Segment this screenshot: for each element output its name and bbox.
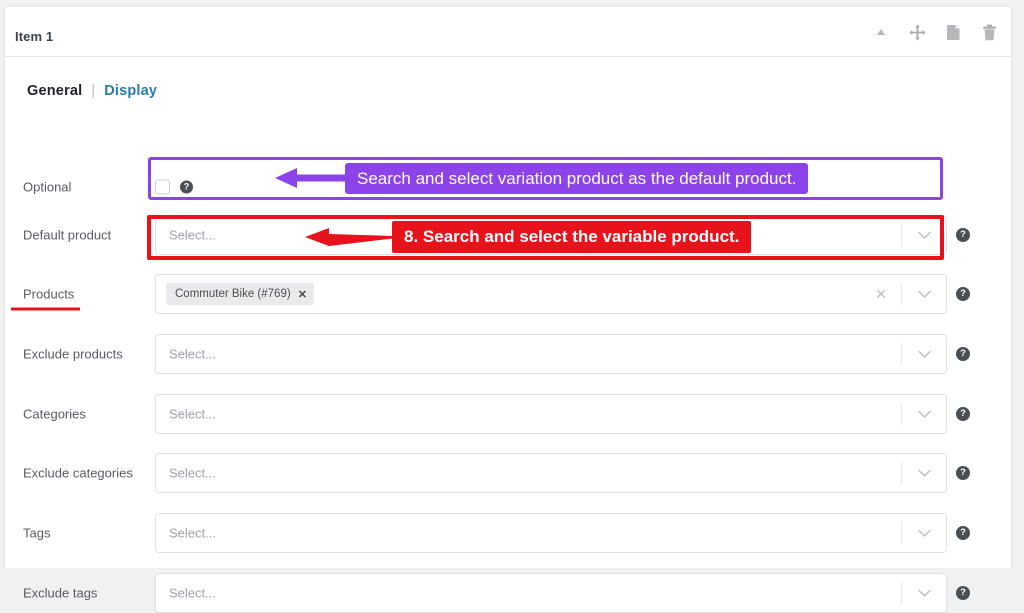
chevron-down-icon[interactable] xyxy=(914,284,934,304)
form-row-default-product: Default product Select... ? xyxy=(5,215,1011,255)
chevron-down-icon[interactable] xyxy=(914,523,934,543)
label-categories: Categories xyxy=(23,406,86,422)
field-separator xyxy=(901,343,902,365)
panel-header: Item 1 xyxy=(5,7,1011,57)
field-separator xyxy=(901,224,902,246)
form-row-products: Products Commuter Bike (#769) ✕ ✕ ? xyxy=(5,274,1011,314)
form-row-categories: Categories Select... ? xyxy=(5,394,1011,434)
chevron-down-icon[interactable] xyxy=(914,344,934,364)
form-row-optional: Optional ? xyxy=(5,167,1011,207)
help-icon-exclude-categories[interactable]: ? xyxy=(956,466,970,480)
label-default-product: Default product xyxy=(23,227,112,243)
tab-general[interactable]: General xyxy=(27,83,82,99)
field-separator xyxy=(901,283,902,305)
exclude-categories-select[interactable]: Select... xyxy=(155,453,947,493)
label-optional: Optional xyxy=(23,179,72,195)
form-row-exclude-categories: Exclude categories Select... ? xyxy=(5,453,1011,493)
exclude-tags-placeholder: Select... xyxy=(169,585,216,601)
help-icon-default-product[interactable]: ? xyxy=(956,228,970,242)
categories-select[interactable]: Select... xyxy=(155,394,947,434)
panel-tabs: General | Display xyxy=(27,83,157,99)
remove-token-icon[interactable]: ✕ xyxy=(298,288,307,301)
move-icon[interactable] xyxy=(907,21,927,43)
tags-placeholder: Select... xyxy=(169,525,216,541)
clear-all-icon[interactable]: ✕ xyxy=(872,285,890,303)
item-panel: Item 1 General | Display Optional ? Defa… xyxy=(4,6,1012,613)
form-row-tags: Tags Select... ? xyxy=(5,513,1011,553)
panel-toolbar xyxy=(871,21,999,43)
help-icon-tags[interactable]: ? xyxy=(956,526,970,540)
delete-icon[interactable] xyxy=(979,21,999,43)
form-row-exclude-products: Exclude products Select... ? xyxy=(5,334,1011,374)
label-products: Products xyxy=(10,286,81,311)
collapse-icon[interactable] xyxy=(871,21,891,43)
chevron-down-icon[interactable] xyxy=(914,225,934,245)
product-token: Commuter Bike (#769) ✕ xyxy=(166,283,314,305)
optional-checkbox[interactable] xyxy=(155,179,170,195)
field-separator xyxy=(901,462,902,484)
tab-separator: | xyxy=(91,83,96,99)
field-separator xyxy=(901,582,902,604)
product-token-label: Commuter Bike (#769) xyxy=(175,288,291,300)
products-multiselect[interactable]: Commuter Bike (#769) ✕ ✕ xyxy=(155,274,947,314)
default-product-select[interactable]: Select... xyxy=(155,215,947,255)
label-exclude-categories: Exclude categories xyxy=(23,465,133,481)
field-separator xyxy=(901,403,902,425)
help-icon-exclude-products[interactable]: ? xyxy=(956,347,970,361)
default-product-placeholder: Select... xyxy=(169,227,216,243)
field-separator xyxy=(901,522,902,544)
page-title: Item 1 xyxy=(15,29,54,44)
tags-select[interactable]: Select... xyxy=(155,513,947,553)
help-icon-exclude-tags[interactable]: ? xyxy=(956,586,970,600)
help-icon-products[interactable]: ? xyxy=(956,287,970,301)
exclude-tags-select[interactable]: Select... xyxy=(155,573,947,613)
chevron-down-icon[interactable] xyxy=(914,404,934,424)
exclude-products-placeholder: Select... xyxy=(169,346,216,362)
label-exclude-products: Exclude products xyxy=(23,346,123,362)
categories-placeholder: Select... xyxy=(169,406,216,422)
label-tags: Tags xyxy=(23,525,51,541)
tab-display[interactable]: Display xyxy=(104,83,157,99)
screenshot-root: Item 1 General | Display Optional ? Defa… xyxy=(0,0,1024,613)
chevron-down-icon[interactable] xyxy=(914,583,934,603)
exclude-categories-placeholder: Select... xyxy=(169,465,216,481)
chevron-down-icon[interactable] xyxy=(914,463,934,483)
duplicate-icon[interactable] xyxy=(943,21,963,43)
exclude-products-select[interactable]: Select... xyxy=(155,334,947,374)
label-exclude-tags: Exclude tags xyxy=(23,585,98,601)
help-icon-optional[interactable]: ? xyxy=(180,180,193,194)
help-icon-categories[interactable]: ? xyxy=(956,407,970,421)
form-row-exclude-tags: Exclude tags Select... ? xyxy=(5,573,1011,613)
